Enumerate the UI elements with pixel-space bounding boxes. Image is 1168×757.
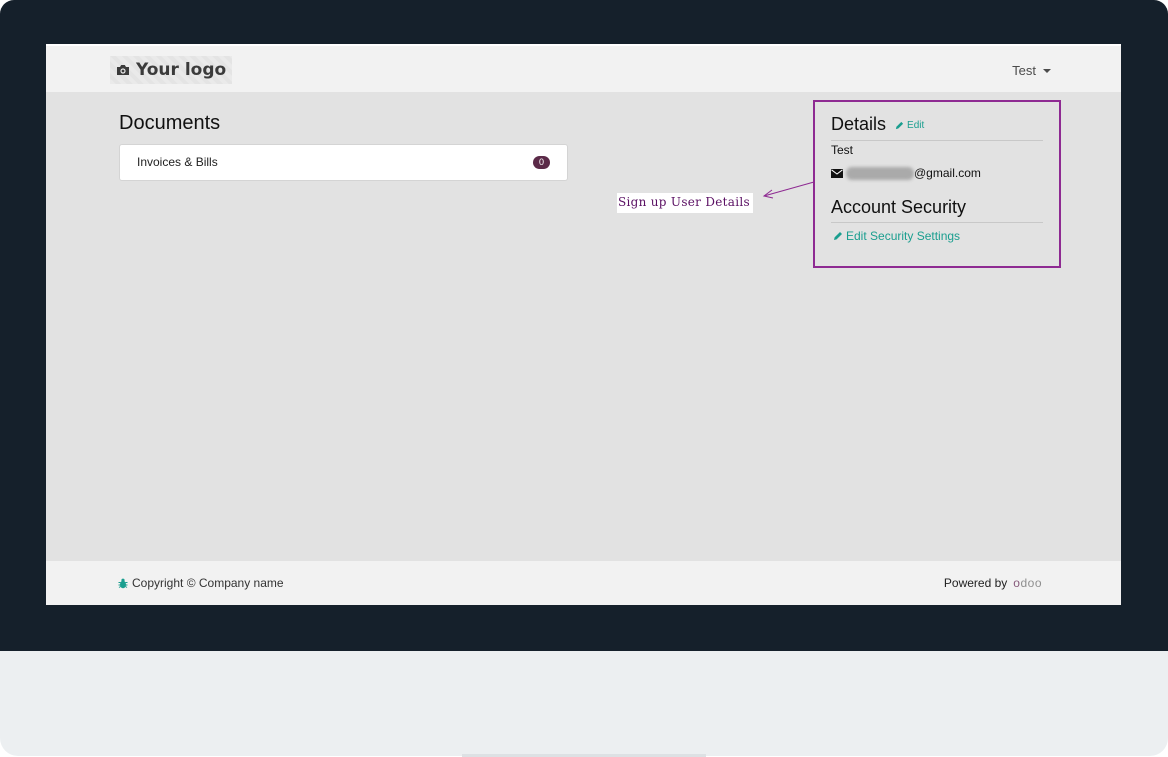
details-panel: Details Edit Test @gmail.com Account Sec (813, 100, 1061, 268)
monitor-frame: Your logo Test Documents Invoices & Bill… (0, 0, 1168, 757)
bug-icon (118, 578, 128, 588)
monitor-chin (0, 651, 1168, 756)
documents-heading: Documents (119, 112, 221, 134)
user-name: Test (831, 143, 854, 157)
logo-text: Your logo (136, 60, 227, 80)
footer: Copyright © Company name Powered by odoo (46, 561, 1121, 605)
annotation-label: Sign up User Details (617, 193, 753, 213)
pencil-icon (895, 121, 904, 130)
details-title: Details (831, 114, 887, 134)
annotation-arrow (762, 181, 815, 199)
edit-security-settings-link[interactable]: Edit Security Settings (833, 229, 960, 243)
top-navbar: Your logo Test (46, 44, 1121, 92)
powered-by-label: Powered by (943, 576, 1008, 590)
copyright: Copyright © Company name (118, 576, 284, 590)
camera-icon (116, 64, 130, 76)
security-divider (831, 222, 1043, 223)
screen: Your logo Test Documents Invoices & Bill… (46, 44, 1121, 605)
annotation-text: Sign up User Details (618, 195, 750, 209)
details-divider (831, 140, 1043, 141)
user-menu-dropdown[interactable]: Test (1012, 63, 1051, 78)
document-item-label: Invoices & Bills (137, 155, 218, 169)
email-row: @gmail.com (831, 166, 981, 180)
brand-logo[interactable]: Your logo (110, 56, 233, 84)
edit-details-link[interactable]: Edit (895, 120, 924, 131)
pencil-icon (834, 232, 842, 240)
account-security-title: Account Security (831, 197, 967, 217)
envelope-icon (831, 168, 843, 178)
caret-down-icon (1043, 68, 1051, 73)
edit-label: Edit (907, 120, 925, 131)
document-count-badge: 0 (533, 156, 550, 169)
powered-by: Powered by odoo (944, 576, 1042, 590)
email-domain: @gmail.com (914, 166, 981, 180)
document-item-invoices[interactable]: Invoices & Bills 0 (119, 144, 568, 181)
user-menu-label: Test (1012, 63, 1036, 78)
odoo-logo-link[interactable]: odoo (1013, 576, 1042, 590)
edit-security-label: Edit Security Settings (846, 229, 961, 243)
details-header: Details Edit (831, 114, 924, 135)
copyright-text: Copyright © Company name (132, 576, 284, 590)
redacted-email-user (846, 166, 914, 180)
